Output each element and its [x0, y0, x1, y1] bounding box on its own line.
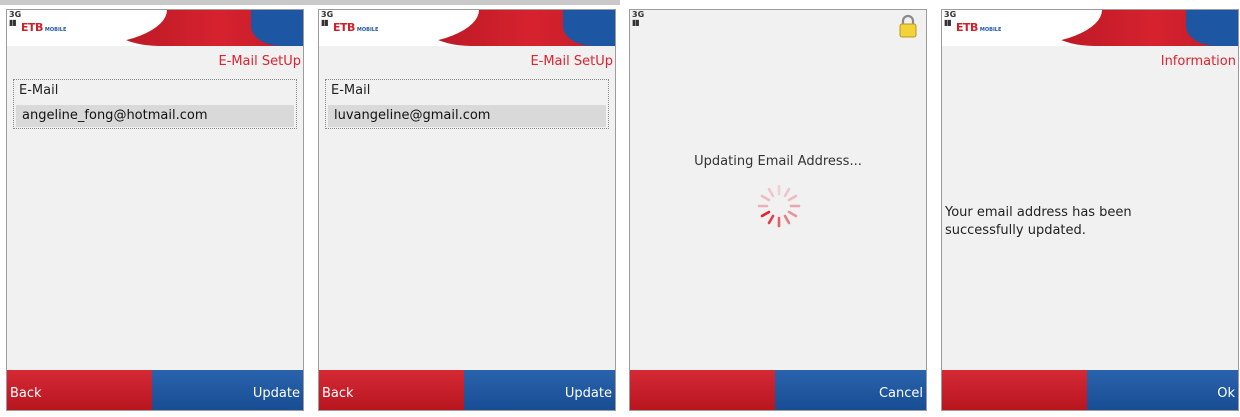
email-field-label: E-Mail [19, 83, 59, 98]
phone-screen-information: 3G ▮▮ ETB MOBILE Information Your email ad… [941, 9, 1239, 411]
page-title: E-Mail SetUp [218, 54, 301, 69]
phone-screen-email-setup-1: 3G ▮▮ ETB MOBILE E-Mail SetUp E-Mail angel… [6, 9, 304, 411]
success-message-line1: Your email address has been [945, 205, 1132, 220]
page-title: E-Mail SetUp [530, 54, 613, 69]
back-button[interactable]: Back [319, 370, 465, 410]
softkey-bar: Back Update [319, 370, 615, 410]
etb-mobile-logo: ETB MOBILE [21, 21, 67, 34]
email-field-group[interactable]: E-Mail angeline_fong@hotmail.com [13, 79, 297, 129]
network-signal-icon: 3G ▮▮ [9, 10, 22, 27]
etb-mobile-logo: ETB MOBILE [333, 21, 379, 34]
network-signal-icon: 3G ▮▮ [944, 10, 957, 27]
softkey-bar: Back Update [7, 370, 303, 410]
lock-icon [899, 14, 917, 38]
left-softkey[interactable] [942, 370, 1088, 410]
success-message-line2: successfully updated. [945, 223, 1086, 238]
email-field[interactable]: luvangeline@gmail.com [328, 105, 606, 127]
header-banner: 3G ▮▮ ETB MOBILE [319, 10, 615, 46]
network-signal-icon: 3G ▮▮ [632, 10, 645, 27]
softkey-bar: Cancel [630, 370, 926, 410]
updating-message: Updating Email Address... [694, 154, 862, 169]
back-button[interactable]: Back [7, 370, 153, 410]
left-softkey[interactable] [630, 370, 776, 410]
header-banner: 3G ▮▮ ETB MOBILE [7, 10, 303, 46]
etb-mobile-logo: ETB MOBILE [956, 21, 1002, 34]
email-field[interactable]: angeline_fong@hotmail.com [16, 105, 294, 127]
cancel-button[interactable]: Cancel [775, 370, 926, 410]
phone-screen-updating: 3G ▮▮ Updating Email Address... Cancel [629, 9, 927, 411]
phone-screen-email-setup-2: 3G ▮▮ ETB MOBILE E-Mail SetUp E-Mail luvan… [318, 9, 616, 411]
loading-spinner-icon [757, 184, 801, 228]
update-button[interactable]: Update [464, 370, 615, 410]
email-field-group[interactable]: E-Mail luvangeline@gmail.com [325, 79, 609, 129]
header-banner: 3G ▮▮ ETB MOBILE [942, 10, 1238, 46]
softkey-bar: Ok [942, 370, 1238, 410]
email-field-label: E-Mail [331, 83, 371, 98]
ok-button[interactable]: Ok [1087, 370, 1238, 410]
update-button[interactable]: Update [152, 370, 303, 410]
success-message: Your email address has been successfully… [945, 204, 1132, 240]
network-signal-icon: 3G ▮▮ [321, 10, 334, 27]
top-divider [0, 0, 620, 5]
page-title: Information [1160, 54, 1236, 69]
